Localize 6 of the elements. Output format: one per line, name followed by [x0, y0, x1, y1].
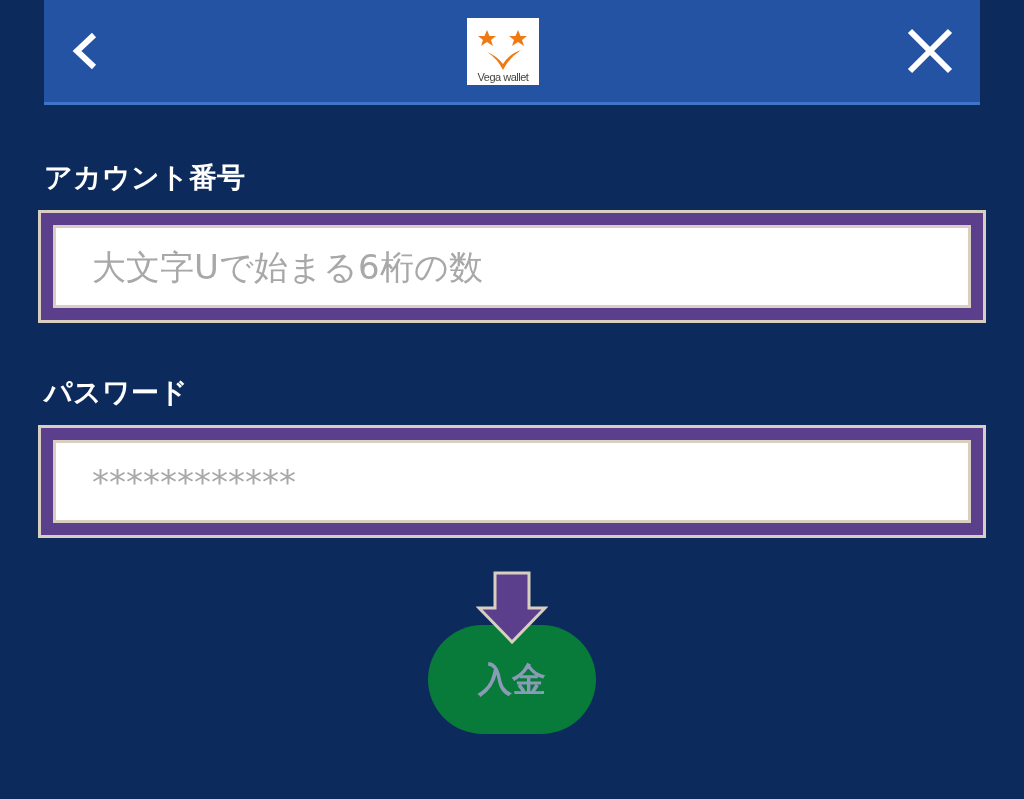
arrow-down-icon — [476, 570, 548, 645]
deposit-button[interactable]: 入金 — [428, 625, 596, 734]
field-label: アカウント番号 — [44, 160, 246, 196]
field-label: パスワード — [44, 375, 189, 411]
close-icon[interactable] — [906, 27, 954, 75]
logo-text: Vega wallet — [477, 71, 529, 83]
